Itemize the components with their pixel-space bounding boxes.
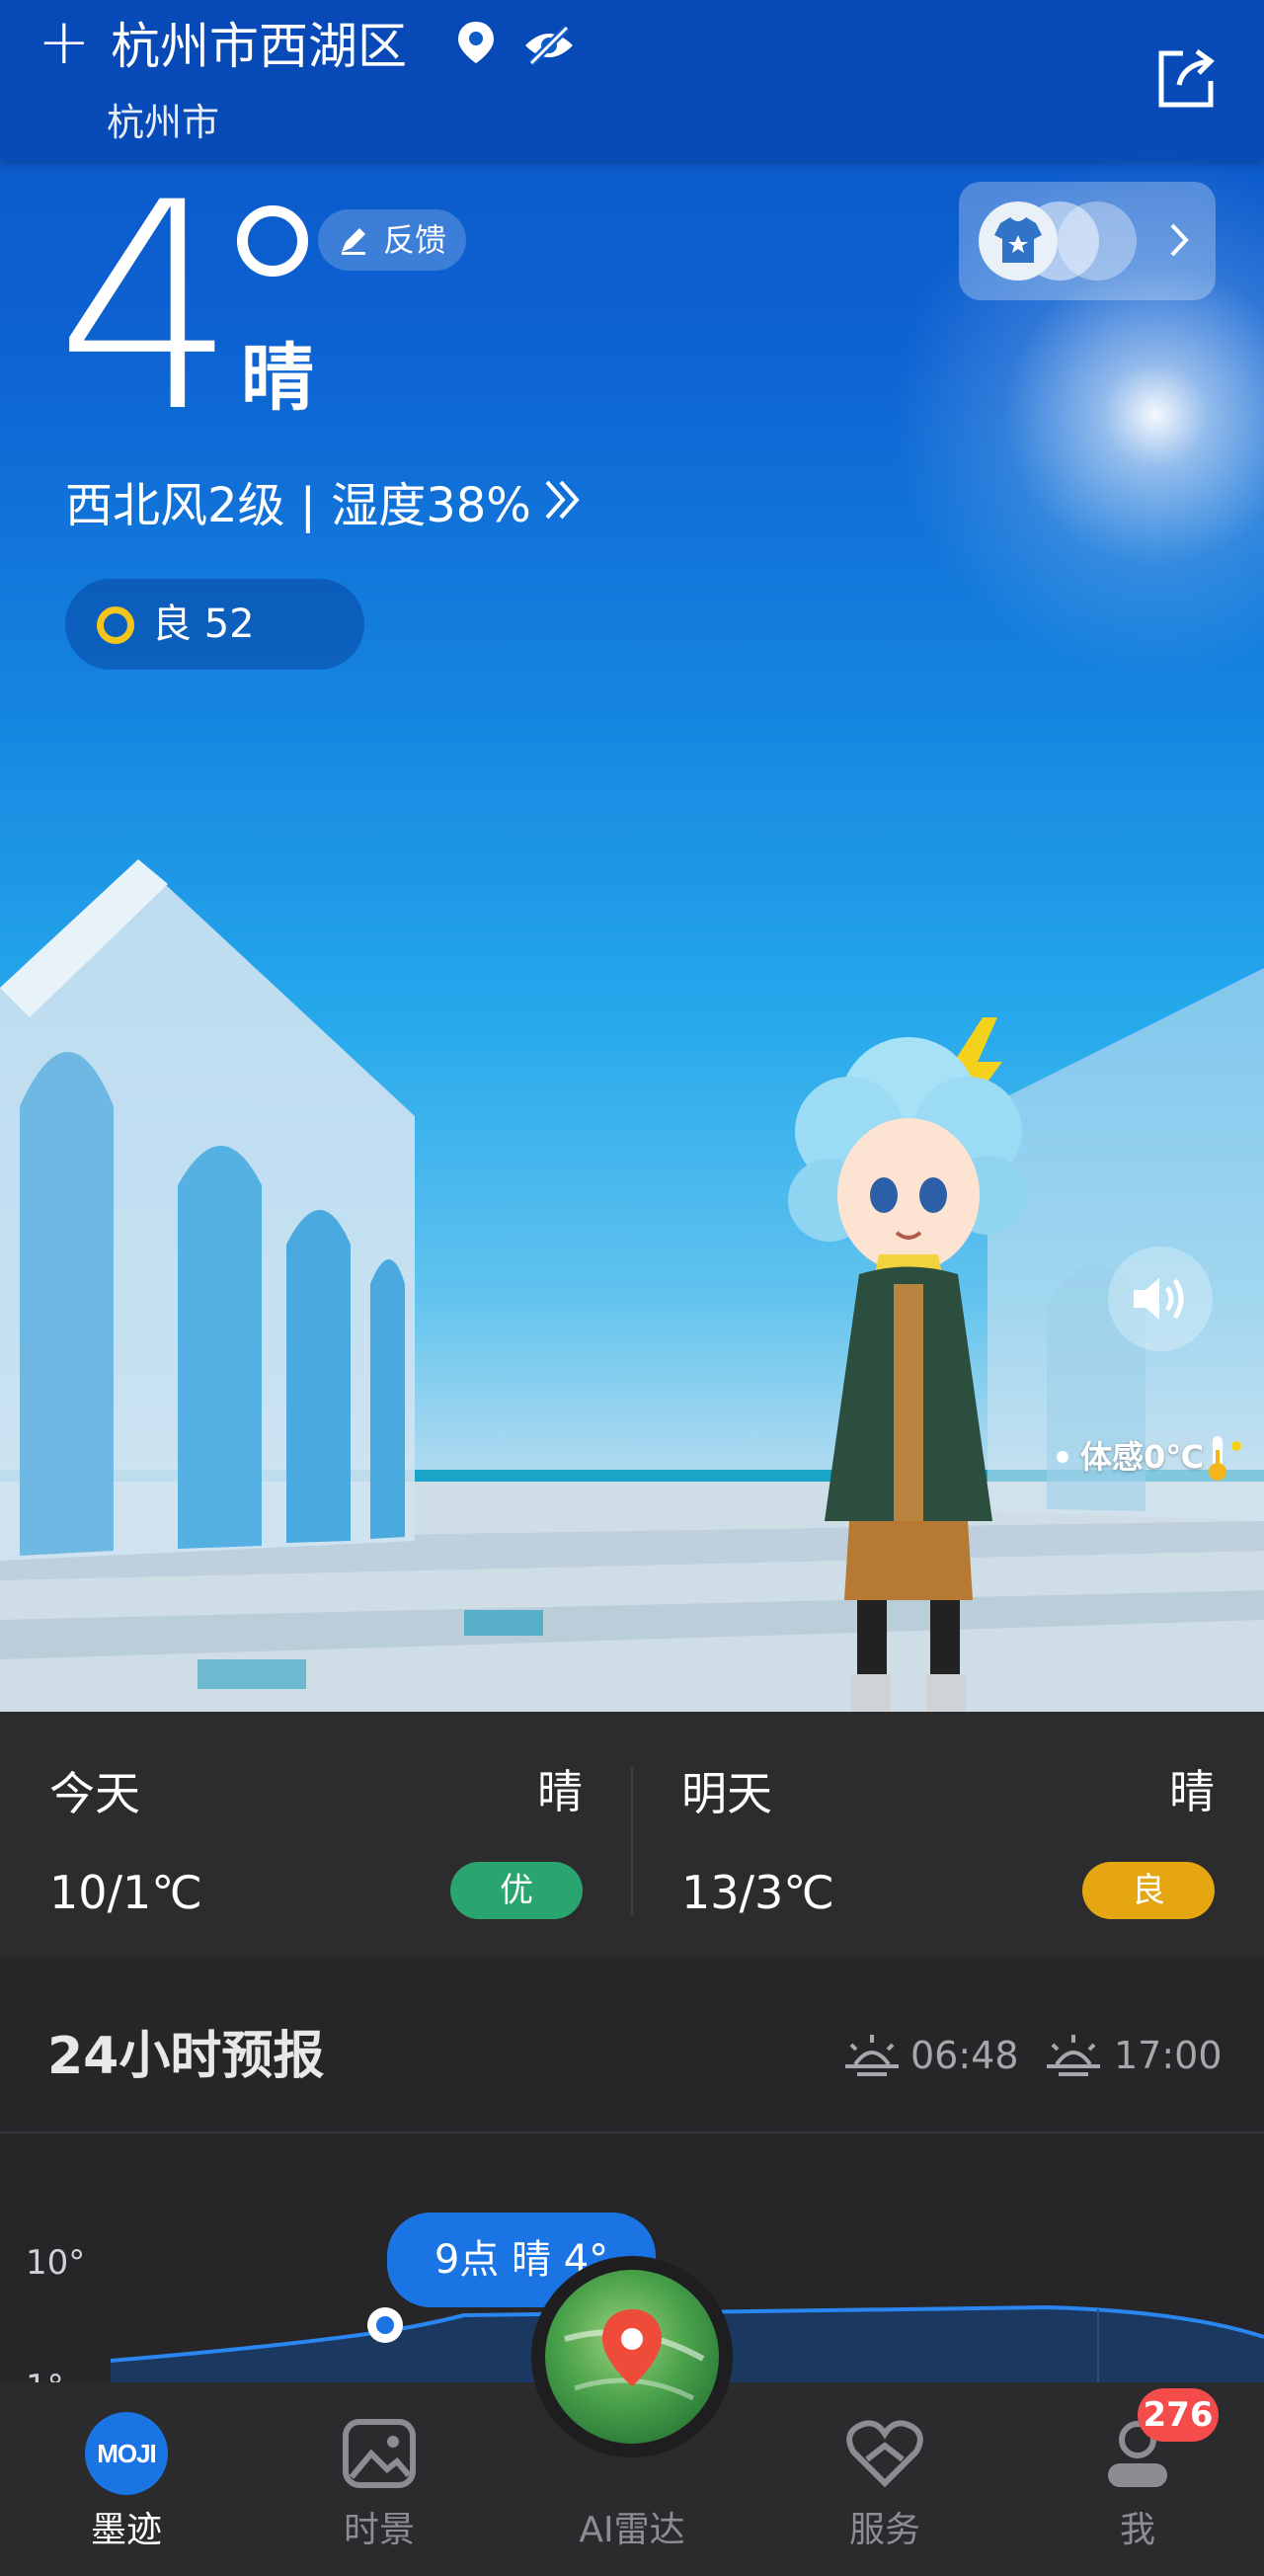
mascot-character[interactable] <box>760 1007 1057 1712</box>
day-card-tomorrow[interactable]: 明天 晴 13/3℃ 良 <box>632 1712 1264 1959</box>
aqi-pill[interactable]: 良 52 <box>65 579 364 670</box>
moji-logo-text: MOJI <box>97 2439 157 2468</box>
day-condition: 晴 <box>1169 1765 1215 1818</box>
notification-badge: 276 <box>1138 2388 1219 2442</box>
wind-humidity[interactable]: 西北风2级 | 湿度38% <box>65 466 531 545</box>
day-condition: 晴 <box>537 1765 583 1818</box>
nav-item-services[interactable]: 服务 <box>796 2382 974 2576</box>
degree-symbol <box>237 205 308 277</box>
ai-radar-button[interactable] <box>531 2256 733 2457</box>
photo-icon <box>343 2419 416 2488</box>
sunset-time: 17:00 <box>1114 2034 1223 2077</box>
day-aqi-badge: 良 <box>1082 1862 1215 1919</box>
day-name: 今天 <box>49 1767 140 1820</box>
location-pin-icon <box>458 22 494 63</box>
nav-item-scenes[interactable]: 时景 <box>290 2382 468 2576</box>
day-temps: 10/1℃ <box>49 1866 202 1919</box>
nav-label: 服务 <box>848 2510 920 2550</box>
sunrise-time: 06:48 <box>910 2034 1019 2077</box>
forecast-title: 24小时预报 <box>47 2027 325 2086</box>
eye-off-icon[interactable] <box>521 24 577 67</box>
aqi-label: 良 52 <box>152 602 255 647</box>
sunrise-icon <box>845 2035 899 2076</box>
feedback-button[interactable]: 反馈 <box>318 209 466 271</box>
feedback-label: 反馈 <box>383 221 447 259</box>
nav-label: 时景 <box>343 2510 415 2550</box>
top-bar: + 杭州市西湖区 杭州市 <box>0 0 1264 160</box>
moji-logo-icon: MOJI <box>85 2412 168 2495</box>
sunset-icon <box>1047 2035 1100 2076</box>
radar-icon <box>545 2270 719 2444</box>
shirt-icon <box>979 201 1058 281</box>
feels-like-label: 体感0℃ <box>1080 1438 1205 1476</box>
daily-summary: 今天 晴 10/1℃ 优 明天 晴 13/3℃ 良 <box>0 1712 1264 1959</box>
nav-item-moji[interactable]: MOJI 墨迹 <box>38 2382 215 2576</box>
dressup-widget[interactable] <box>959 182 1216 300</box>
current-temperature: 4 <box>55 142 238 475</box>
pencil-icon <box>342 228 365 255</box>
double-chevron-right-icon[interactable] <box>541 472 585 527</box>
share-icon[interactable] <box>1153 45 1219 111</box>
weather-hero: + 杭州市西湖区 杭州市 4 反馈 晴 西北风2级 | 湿度38% 良 52 体… <box>0 0 1264 1712</box>
voice-broadcast-button[interactable] <box>1108 1247 1213 1351</box>
speaker-icon <box>1134 1278 1184 1320</box>
forecast-header: 24小时预报 06:48 17:00 <box>0 1973 1264 2133</box>
day-card-today[interactable]: 今天 晴 10/1℃ 优 <box>0 1712 632 1959</box>
temp-tick-high: 10° <box>26 2243 86 2283</box>
nav-label: 我 <box>1119 2510 1155 2550</box>
chevron-right-icon <box>1170 223 1189 257</box>
day-aqi-badge: 优 <box>450 1862 583 1919</box>
thermometer-icon <box>1209 1436 1241 1481</box>
current-condition: 晴 <box>241 336 314 421</box>
add-city-button[interactable]: + <box>38 8 91 77</box>
location-title[interactable]: 杭州市西湖区 <box>111 12 407 81</box>
heart-service-icon <box>846 2420 923 2488</box>
day-temps: 13/3℃ <box>681 1866 834 1919</box>
day-name: 明天 <box>681 1767 772 1820</box>
nav-label: AI雷达 <box>579 2510 685 2550</box>
feels-dot <box>1057 1451 1068 1463</box>
aqi-ring-icon <box>97 606 134 644</box>
nav-label: 墨迹 <box>90 2510 162 2550</box>
